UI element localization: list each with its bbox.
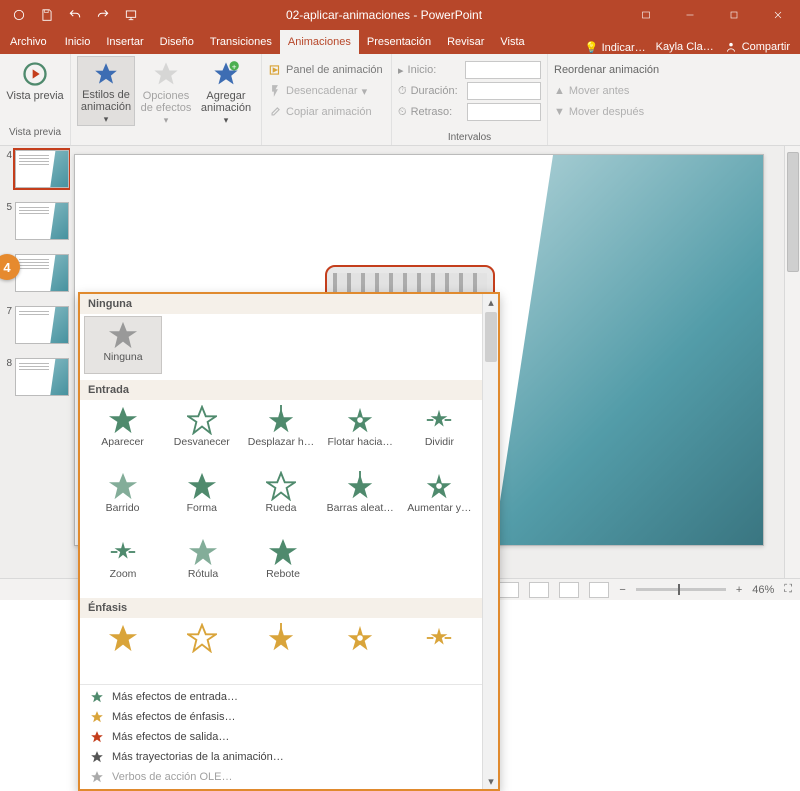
gallery-item[interactable]: Desvanecer <box>163 402 240 460</box>
gallery-item[interactable]: Ninguna <box>84 316 162 374</box>
gallery-item[interactable]: Barrido <box>84 468 161 526</box>
minimize-icon[interactable] <box>668 0 712 30</box>
start-slideshow-icon[interactable] <box>118 3 144 27</box>
gallery-more-link: Verbos de acción OLE… <box>80 767 498 787</box>
gallery-more-link[interactable]: Más efectos de entrada… <box>80 687 498 707</box>
gallery-more-link[interactable]: Más efectos de énfasis… <box>80 707 498 727</box>
save-icon[interactable] <box>34 3 60 27</box>
tab-slideshow[interactable]: Presentación <box>359 30 439 54</box>
delay-field[interactable]: ⏲ Retraso: <box>398 102 541 122</box>
move-before-button[interactable]: ▲ Mover antes <box>554 81 692 101</box>
workspace: 4 5 6 7 8 4 NingunaNingunaEntradaAparece… <box>0 146 800 578</box>
reorder-label: Reordenar animación <box>554 60 692 80</box>
gallery-item[interactable]: Rueda <box>242 468 319 526</box>
slideshow-view-icon[interactable] <box>589 582 609 598</box>
maximize-icon[interactable] <box>712 0 756 30</box>
tab-review[interactable]: Revisar <box>439 30 492 54</box>
gallery-item[interactable]: Flotar hacia… <box>322 402 399 460</box>
tab-home[interactable]: Inicio <box>57 30 99 54</box>
gallery-item[interactable]: Forma <box>163 468 240 526</box>
gallery-item[interactable]: Rótula <box>164 534 242 592</box>
animation-gallery-dropdown: NingunaNingunaEntradaAparecerDesvanecerD… <box>78 292 500 791</box>
start-field[interactable]: ▸ Inicio: <box>398 60 541 80</box>
user-name[interactable]: Kayla Cla… <box>656 41 714 53</box>
reading-view-icon[interactable] <box>559 582 579 598</box>
vertical-scrollbar[interactable] <box>784 146 800 578</box>
gallery-scrollbar[interactable]: ▴ ▾ <box>482 294 498 789</box>
gallery-section-header: Énfasis <box>80 598 482 618</box>
tab-insert[interactable]: Insertar <box>98 30 151 54</box>
gallery-item[interactable]: Dividir <box>401 402 478 460</box>
autosave-toggle[interactable] <box>6 3 32 27</box>
move-after-button[interactable]: ▼ Mover después <box>554 102 692 122</box>
tab-view[interactable]: Vista <box>492 30 532 54</box>
gallery-item[interactable]: Aumentar y… <box>401 468 478 526</box>
gallery-more-link[interactable]: Más efectos de salida… <box>80 727 498 747</box>
svg-text:+: + <box>232 62 237 71</box>
gallery-section-header: Ninguna <box>80 294 482 314</box>
zoom-slider[interactable] <box>636 588 726 591</box>
close-icon[interactable] <box>756 0 800 30</box>
normal-view-icon[interactable] <box>499 582 519 598</box>
window-title: 02-aplicar-animaciones - PowerPoint <box>144 8 624 22</box>
gallery-item[interactable]: Desplazar h… <box>242 402 319 460</box>
gallery-item[interactable] <box>401 620 478 678</box>
effect-options-button[interactable]: Opciones de efectos▾ <box>137 56 195 126</box>
zoom-out-button[interactable]: − <box>619 584 625 596</box>
group-timing-label: Intervalos <box>398 131 541 145</box>
share-button[interactable]: Compartir <box>724 40 790 54</box>
gallery-item[interactable] <box>163 620 240 678</box>
animation-pane-button[interactable]: Panel de animación <box>268 60 385 80</box>
slide-thumbnails: 4 5 6 7 8 <box>0 146 70 578</box>
ribbon: Vista previa Vista previa Estilos de ani… <box>0 54 800 146</box>
gallery-more-link[interactable]: Más trayectorias de la animación… <box>80 747 498 767</box>
zoom-in-button[interactable]: + <box>736 584 742 596</box>
thumb-5[interactable] <box>15 202 69 240</box>
scroll-down-icon[interactable]: ▾ <box>483 773 499 789</box>
undo-icon[interactable] <box>62 3 88 27</box>
ribbon-tabs: Archivo Inicio Insertar Diseño Transicio… <box>0 30 800 54</box>
fit-to-window-icon[interactable]: ⛶ <box>784 583 792 596</box>
thumb-8[interactable] <box>15 358 69 396</box>
tab-file[interactable]: Archivo <box>0 30 57 54</box>
zoom-level[interactable]: 46% <box>752 584 774 596</box>
thumb-7[interactable] <box>15 306 69 344</box>
gallery-item[interactable] <box>84 620 161 678</box>
tab-animations[interactable]: Animaciones <box>280 30 359 54</box>
thumb-4[interactable] <box>15 150 69 188</box>
gallery-item[interactable]: Aparecer <box>84 402 161 460</box>
tab-transitions[interactable]: Transiciones <box>202 30 280 54</box>
gallery-item[interactable]: Rebote <box>244 534 322 592</box>
duration-field[interactable]: ⏱ Duración: <box>398 81 541 101</box>
animation-styles-button[interactable]: Estilos de animación▾ <box>77 56 135 126</box>
group-preview-label: Vista previa <box>6 126 64 140</box>
animation-painter-button[interactable]: Copiar animación <box>268 102 385 122</box>
add-animation-button[interactable]: + Agregar animación▾ <box>197 56 255 126</box>
redo-icon[interactable] <box>90 3 116 27</box>
tab-design[interactable]: Diseño <box>152 30 202 54</box>
thumb-6[interactable] <box>15 254 69 292</box>
gallery-item[interactable]: Zoom <box>84 534 162 592</box>
tell-me[interactable]: 💡 Indicar… <box>585 41 646 54</box>
title-bar: 02-aplicar-animaciones - PowerPoint <box>0 0 800 30</box>
gallery-item[interactable]: Barras aleat… <box>322 468 399 526</box>
slide-accent-shape <box>463 155 763 546</box>
sorter-view-icon[interactable] <box>529 582 549 598</box>
ribbon-display-icon[interactable] <box>624 0 668 30</box>
scroll-up-icon[interactable]: ▴ <box>483 294 499 310</box>
gallery-section-header: Entrada <box>80 380 482 400</box>
gallery-item[interactable] <box>322 620 399 678</box>
group-animation-label <box>77 126 255 140</box>
preview-button[interactable]: Vista previa <box>6 56 64 126</box>
gallery-item[interactable] <box>242 620 319 678</box>
trigger-button[interactable]: Desencadenar ▾ <box>268 81 385 101</box>
